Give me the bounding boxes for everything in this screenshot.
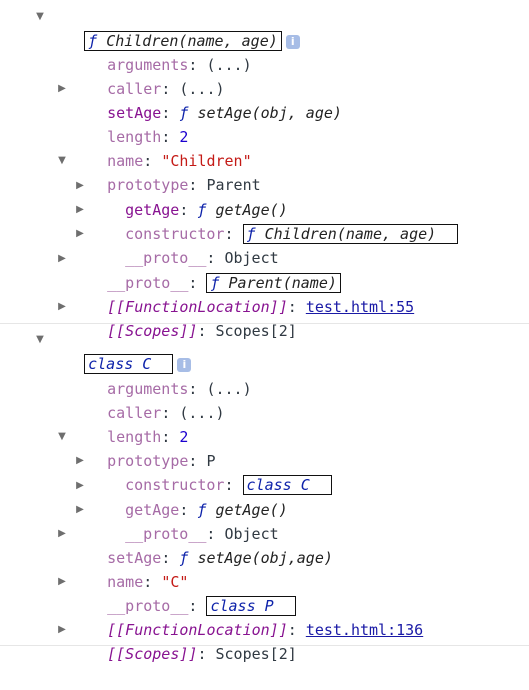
prop-getAge[interactable]: ▶ getAge: ƒ getAge(): [76, 474, 288, 519]
colon: :: [197, 322, 216, 340]
source-link[interactable]: test.html:136: [306, 621, 423, 639]
prop-proto[interactable]: ▶ __proto__: class P: [58, 570, 296, 616]
expand-closed-icon[interactable]: ▶: [74, 198, 86, 222]
prop-arguments: arguments: (...): [71, 29, 252, 74]
class-c-header[interactable]: ▼ class C i: [34, 328, 192, 374]
source-link[interactable]: test.html:55: [306, 298, 414, 316]
prop-proto-inner[interactable]: ▶ __proto__: Object: [76, 498, 279, 543]
prop-prototype[interactable]: ▼ prototype: P: [58, 425, 215, 470]
prop-caller: caller: (...): [71, 53, 224, 98]
expand-open-icon[interactable]: ▼: [56, 149, 68, 173]
prop-value: setAge(obj, age): [197, 104, 342, 122]
expand-closed-icon[interactable]: ▶: [56, 522, 68, 546]
prop-caller: caller: (...): [71, 377, 224, 422]
expand-closed-icon[interactable]: ▶: [56, 247, 68, 271]
expand-closed-icon[interactable]: ▶: [56, 618, 68, 642]
prop-scopes[interactable]: ▶ [[Scopes]]: Scopes[2]: [58, 618, 297, 663]
expand-closed-icon[interactable]: ▶: [56, 295, 68, 319]
expand-closed-icon[interactable]: ▶: [74, 449, 86, 473]
info-icon[interactable]: i: [285, 35, 300, 49]
prop-getAge[interactable]: ▶ getAge: ƒ getAge(): [76, 174, 288, 219]
prop-value: Children(name, age): [264, 225, 437, 243]
prop-value: Scopes[2]: [215, 322, 297, 340]
expand-closed-icon[interactable]: ▶: [56, 77, 68, 101]
prop-length: length: 2: [71, 101, 188, 146]
prop-name: name: "Children": [71, 125, 252, 170]
prop-length: length: 2: [71, 401, 188, 446]
prop-value: setAge(obj,age): [197, 549, 333, 567]
prop-arguments: arguments: (...): [71, 353, 252, 398]
prop-prototype[interactable]: ▼ prototype: Parent: [58, 149, 261, 194]
devtools-console-output: ▼ ƒ Children(name, age) i arguments: (...)…: [0, 0, 529, 663]
expand-open-icon[interactable]: ▼: [56, 425, 68, 449]
expand-closed-icon[interactable]: ▶: [74, 474, 86, 498]
expand-closed-icon[interactable]: ▶: [74, 174, 86, 198]
expand-closed-icon[interactable]: ▶: [56, 570, 68, 594]
prop-function-location: [[FunctionLocation]]: test.html:136: [71, 594, 423, 639]
prop-function-location: [[FunctionLocation]]: test.html:55: [71, 271, 414, 316]
prop-constructor[interactable]: ▶ constructor: class C: [76, 449, 332, 495]
message-divider: [0, 323, 529, 324]
expand-closed-icon[interactable]: ▶: [74, 222, 86, 246]
prop-setAge[interactable]: ▶ setAge: ƒ setAge(obj, age): [58, 77, 342, 122]
expand-closed-icon[interactable]: ▶: [74, 498, 86, 522]
prop-proto-inner[interactable]: ▶ __proto__: Object: [76, 222, 279, 267]
expand-open-icon[interactable]: ▼: [34, 5, 46, 29]
expand-open-icon[interactable]: ▼: [34, 328, 46, 352]
prop-scopes[interactable]: ▶ [[Scopes]]: Scopes[2]: [58, 295, 297, 340]
children-function-header[interactable]: ▼ ƒ Children(name, age) i: [34, 5, 300, 51]
prop-setAge[interactable]: ▶ setAge: ƒ setAge(obj,age): [58, 522, 333, 567]
prop-proto[interactable]: ▶ __proto__: ƒ Parent(name): [58, 247, 341, 293]
bottom-divider: [0, 645, 529, 646]
prop-constructor[interactable]: ▶ constructor: ƒ Children(name, age): [76, 198, 459, 244]
prop-name: name: "C": [71, 546, 188, 591]
